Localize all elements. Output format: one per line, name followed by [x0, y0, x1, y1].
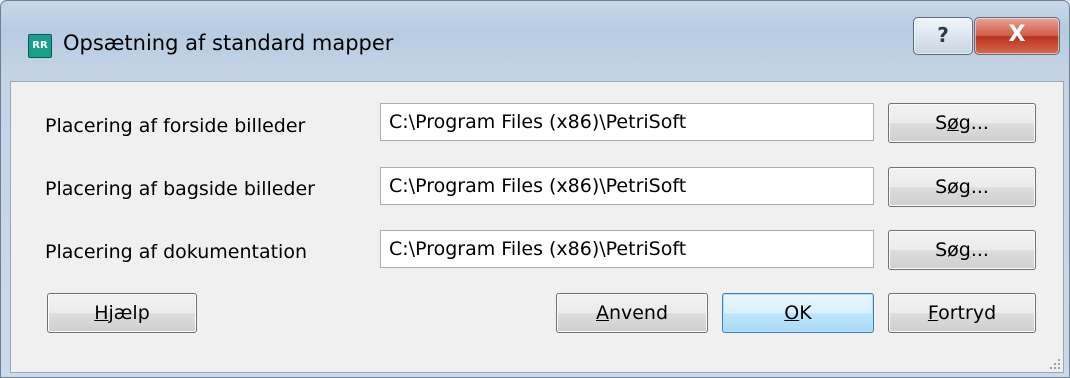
cancel-button[interactable]: Fortryd [888, 293, 1036, 333]
browse-label-pre: Sø [935, 239, 959, 261]
help-button[interactable]: Hjælp [47, 293, 197, 333]
title-bar[interactable]: RR Opsætning af standard mapper ? X [1, 1, 1069, 83]
window-title: Opsætning af standard mapper [63, 31, 394, 55]
label-back-images-folder: Placering af bagside billeder [45, 178, 315, 200]
front-images-folder-input[interactable] [380, 103, 874, 141]
browse-label-pre: S [935, 112, 948, 134]
resize-grip-icon[interactable] [1046, 355, 1060, 369]
help-mnemonic: H [94, 302, 109, 324]
help-caption-button[interactable]: ? [913, 17, 973, 55]
apply-label-rest: nvend [608, 302, 669, 324]
browse-label-post: g... [958, 112, 989, 134]
browse-label-pre: Sø [935, 176, 959, 198]
cancel-mnemonic: F [927, 302, 939, 324]
documentation-folder-input[interactable] [380, 230, 874, 268]
label-front-images-folder: Placering af forside billeder [45, 115, 306, 137]
app-icon[interactable]: RR [28, 34, 52, 58]
dialog-client-area: Placering af forside billeder Søg... Pla… [10, 81, 1064, 373]
cancel-label-rest: ortryd [938, 302, 997, 324]
browse-documentation-button[interactable]: Søg... [888, 230, 1036, 270]
browse-label-post: ... [970, 239, 989, 261]
back-images-folder-input[interactable] [380, 167, 874, 205]
browse-back-images-button[interactable]: Søg... [888, 167, 1036, 207]
apply-button[interactable]: Anvend [556, 293, 708, 333]
browse-label-mnemonic: g [958, 176, 971, 198]
browse-front-images-button[interactable]: Søg... [888, 103, 1036, 143]
question-mark-icon: ? [937, 23, 949, 47]
browse-label-mnemonic: ø [947, 112, 959, 134]
label-documentation-folder: Placering af dokumentation [45, 241, 307, 263]
ok-button[interactable]: OK [722, 293, 874, 333]
help-label-rest: jælp [108, 302, 150, 324]
ok-mnemonic: O [784, 302, 800, 324]
apply-mnemonic: A [595, 302, 609, 324]
browse-label-post: ... [970, 176, 989, 198]
dialog-window: RR Opsætning af standard mapper ? X Plac… [0, 0, 1070, 378]
browse-label-mnemonic: g [958, 239, 971, 261]
close-icon: X [1008, 22, 1026, 47]
close-button[interactable]: X [974, 17, 1060, 55]
ok-label-rest: K [799, 302, 812, 324]
